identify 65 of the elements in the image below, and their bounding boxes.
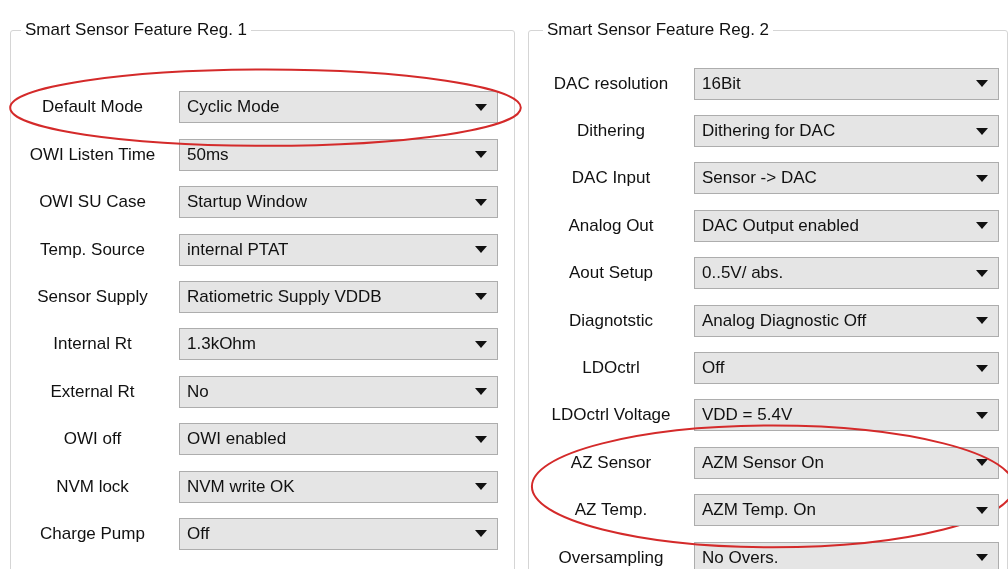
field-label: LDOctrl Voltage [550, 405, 672, 426]
caret-icon [475, 151, 487, 159]
dropdown[interactable]: Off [694, 352, 999, 385]
dropdown[interactable]: NVM write OK [179, 470, 498, 503]
field-label: Diagnotstic [567, 310, 655, 331]
caret-icon [976, 269, 988, 277]
caret-icon [475, 483, 487, 490]
field-label: OWI Listen Time [28, 144, 157, 165]
dropdown[interactable]: 0..5V/ abs. [694, 257, 999, 290]
field-label: NVM lock [55, 476, 130, 497]
group-title: Smart Sensor Feature Reg. 1 [24, 20, 249, 40]
caret-icon [976, 411, 988, 419]
dropdown[interactable]: No Overs. [694, 541, 999, 569]
dropdown[interactable]: Analog Diagnostic Off [694, 304, 999, 337]
field-label: Temp. Source [39, 239, 146, 260]
field-label: DAC resolution [552, 73, 670, 94]
field-label: LDOctrl [581, 358, 641, 379]
dropdown[interactable]: Cyclic Mode [179, 91, 498, 124]
dropdown[interactable]: VDD = 5.4V [694, 399, 999, 432]
dropdown[interactable]: Off [179, 517, 498, 550]
field-label: Charge Pump [39, 523, 146, 544]
caret-icon [976, 364, 988, 372]
field-label: External Rt [49, 381, 136, 402]
dropdown[interactable]: No [179, 375, 498, 408]
dropdown[interactable]: OWI enabled [179, 423, 498, 456]
field-label: Sensor Supply [36, 286, 149, 307]
field-label: DAC Input [570, 168, 652, 189]
dropdown[interactable]: DAC Output enabled [694, 209, 999, 242]
caret-icon [976, 317, 988, 325]
field-label: OWI SU Case [38, 192, 147, 213]
field-label: Analog Out [567, 215, 655, 236]
group-title: Smart Sensor Feature Reg. 2 [546, 20, 771, 40]
field-label: Internal Rt [52, 334, 133, 355]
caret-icon [976, 506, 988, 514]
caret-icon [475, 340, 487, 348]
caret-icon [475, 103, 487, 111]
field-label: Oversampling [557, 547, 665, 568]
caret-icon [976, 127, 988, 135]
field-label: AZ Temp. [573, 500, 649, 521]
dropdown[interactable]: 50ms [179, 138, 498, 171]
caret-icon [976, 459, 988, 467]
caret-icon [976, 80, 988, 88]
dropdown[interactable]: AZM Temp. On [694, 494, 999, 527]
caret-icon [475, 246, 487, 254]
caret-icon [475, 388, 487, 396]
dropdown[interactable]: internal PTAT [179, 233, 498, 266]
caret-icon [976, 222, 988, 230]
dropdown[interactable]: AZM Sensor On [694, 446, 999, 479]
field-label: AZ Sensor [569, 452, 653, 473]
field-label: OWI off [62, 429, 123, 450]
dropdown[interactable]: Sensor -> DAC [694, 162, 999, 195]
field-label: Aout Setup [567, 263, 655, 284]
caret-icon [475, 293, 487, 301]
caret-icon [475, 198, 487, 206]
dropdown[interactable]: Dithering for DAC [694, 115, 999, 148]
dropdown[interactable]: 16Bit [694, 67, 999, 100]
dropdown[interactable]: 1.3kOhm [179, 328, 498, 361]
field-label: Dithering [575, 121, 646, 142]
caret-icon [475, 435, 487, 443]
dropdown[interactable]: Ratiometric Supply VDDB [179, 280, 498, 313]
caret-icon [976, 174, 988, 182]
caret-icon [475, 530, 487, 538]
dropdown[interactable]: Startup Window [179, 186, 498, 219]
field-label: Default Mode [40, 97, 145, 118]
caret-icon [976, 554, 988, 562]
